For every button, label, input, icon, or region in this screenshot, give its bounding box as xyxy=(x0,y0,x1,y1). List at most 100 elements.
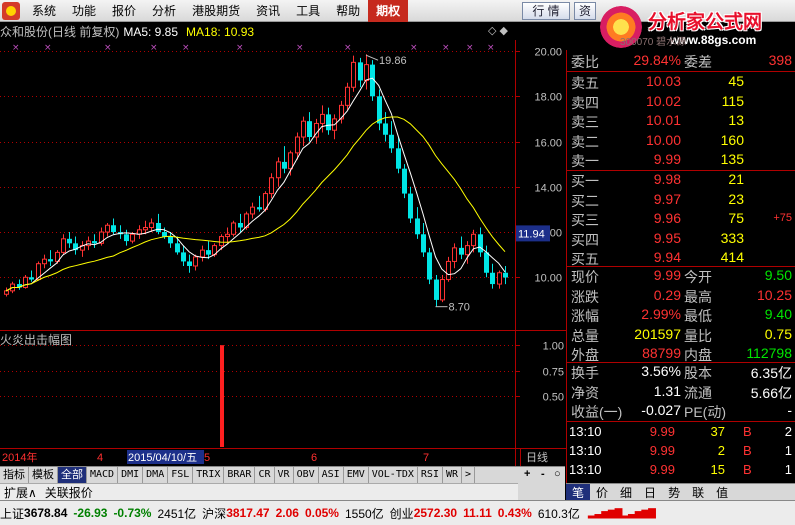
quote-tabs: 笔价细日势联值 xyxy=(566,483,795,501)
hs-index-label[interactable]: 沪深 xyxy=(202,505,226,522)
reset-button[interactable]: ○ xyxy=(554,468,561,480)
candle-body xyxy=(156,222,161,233)
indicator-tab[interactable]: MACD xyxy=(87,467,119,483)
candle xyxy=(351,55,356,92)
bid-volume: 333 xyxy=(720,229,744,246)
order-ratio-value: 29.84% xyxy=(633,52,681,68)
candle-body xyxy=(383,123,388,135)
ask-row: 卖一 9.99 135 xyxy=(567,151,795,169)
fundamental-label: PE(动) xyxy=(684,404,726,420)
indicator-tab[interactable]: VR xyxy=(275,467,294,483)
candle-body xyxy=(490,272,495,285)
kline-chart[interactable]: 20.0018.0016.0014.0012.0010.0011.941.000… xyxy=(0,0,566,466)
time-axis-label: 2015/04/10/五 xyxy=(128,452,197,464)
quote-tab[interactable]: 势 xyxy=(662,484,686,501)
candle xyxy=(282,146,287,174)
fundamental-row: 收益(一) -0.027 PE(动) - xyxy=(567,402,795,420)
stat-label: 涨幅 xyxy=(571,308,599,324)
candle xyxy=(459,236,464,260)
candle-body xyxy=(61,238,66,253)
stat-row: 外盘 88799 内盘 112798 xyxy=(567,345,795,363)
signal-marker-icon: × xyxy=(487,43,495,53)
tick-trade-row: 13:10 9.99 2 B 1 xyxy=(567,443,795,461)
cy-index-label[interactable]: 创业 xyxy=(390,505,414,522)
expand-button[interactable]: 扩展∧ xyxy=(0,484,41,501)
candle xyxy=(61,234,66,255)
candle-body xyxy=(86,240,91,247)
quote-tab[interactable]: 日 xyxy=(638,484,662,501)
candle-body xyxy=(162,232,167,237)
indicator-tab[interactable]: 模板 xyxy=(29,467,58,483)
zoom-out-button[interactable]: - xyxy=(541,468,545,480)
stat-value: 9.40 xyxy=(764,306,792,322)
indicator-tab[interactable]: CR xyxy=(255,467,275,483)
candle xyxy=(4,287,9,297)
sh-index-label[interactable]: 上证 xyxy=(0,505,24,522)
time-axis-label: 5 xyxy=(204,452,210,464)
ask-row: 卖四 10.02 115 xyxy=(567,93,795,111)
candle xyxy=(23,275,28,289)
zoom-in-button[interactable]: + xyxy=(524,468,530,480)
candle xyxy=(326,107,331,135)
price-axis-label: 16.00 xyxy=(534,138,562,150)
indicator-tab[interactable]: WR xyxy=(443,467,463,483)
indicator-tab[interactable]: DMA xyxy=(143,467,169,483)
quote-tab[interactable]: 联 xyxy=(686,484,710,501)
indicator-tab[interactable]: TRIX xyxy=(193,467,225,483)
tick-trade-row: 13:10 9.99 37 B 2 xyxy=(567,424,795,442)
candle-body xyxy=(427,252,432,280)
time-axis-label: 日线 xyxy=(526,450,548,464)
order-ratio-label: 委比 xyxy=(571,54,599,70)
candle-body xyxy=(471,233,476,247)
indicator-tab[interactable]: BRAR xyxy=(224,467,256,483)
candle-body xyxy=(440,279,445,301)
indicator-tab[interactable]: DMI xyxy=(118,467,144,483)
bid-volume: 21 xyxy=(728,171,744,187)
fundamental-label: 换手 xyxy=(571,365,599,381)
candle xyxy=(17,279,22,290)
candle xyxy=(67,232,72,248)
stock-overlay-text: 300070 碧水源 xyxy=(620,37,687,48)
quote-tab[interactable]: 笔 xyxy=(566,483,591,501)
indicator-tab[interactable]: VOL-TDX xyxy=(369,467,418,483)
indicator-tab[interactable]: ASI xyxy=(319,467,344,483)
candle-body xyxy=(421,234,426,253)
indicator-tab[interactable]: 指标 xyxy=(0,467,29,483)
fundamental-row: 换手 3.56% 股本 6.35亿 xyxy=(567,363,795,381)
bid-price: 9.97 xyxy=(653,190,681,207)
info-tab-button[interactable]: 资 xyxy=(574,2,596,20)
candle xyxy=(434,275,439,307)
fundamental-label: 净资 xyxy=(571,384,599,401)
indicator-tab[interactable]: > xyxy=(462,467,476,483)
candle-body xyxy=(42,258,47,265)
quote-tab[interactable]: 值 xyxy=(710,484,734,501)
candle xyxy=(402,164,407,199)
candle-body xyxy=(175,243,180,253)
candle-body xyxy=(111,225,116,233)
related-quote-button[interactable]: 关联报价 xyxy=(41,484,97,501)
bid-row: 买四 9.95 333 xyxy=(567,230,795,248)
candle-body xyxy=(149,222,154,229)
candle xyxy=(29,270,34,282)
candle-body xyxy=(434,279,439,300)
signal-marker-icon: × xyxy=(296,43,304,53)
bid-label: 买一 xyxy=(571,173,599,189)
quote-divider xyxy=(567,421,795,422)
signal-marker-icon: × xyxy=(44,43,52,53)
candle xyxy=(307,112,312,142)
candle-body xyxy=(276,161,281,179)
candle xyxy=(105,222,110,237)
indicator-tab[interactable]: FSL xyxy=(168,467,194,483)
candle xyxy=(86,236,91,251)
bid-row: 买三 9.96 75 +75 xyxy=(567,210,795,228)
indicator-tab[interactable]: RSI xyxy=(418,467,443,483)
quote-tab[interactable]: 价 xyxy=(590,484,614,501)
candle xyxy=(149,218,154,233)
indicator-tab[interactable]: OBV xyxy=(294,467,319,483)
stat-value: 9.50 xyxy=(764,267,792,283)
candle-body xyxy=(29,277,34,280)
quote-tab[interactable]: 细 xyxy=(614,484,638,501)
bid-volume: 75 xyxy=(728,210,744,226)
indicator-tab[interactable]: 全部 xyxy=(58,467,87,483)
indicator-tab[interactable]: EMV xyxy=(344,467,369,483)
